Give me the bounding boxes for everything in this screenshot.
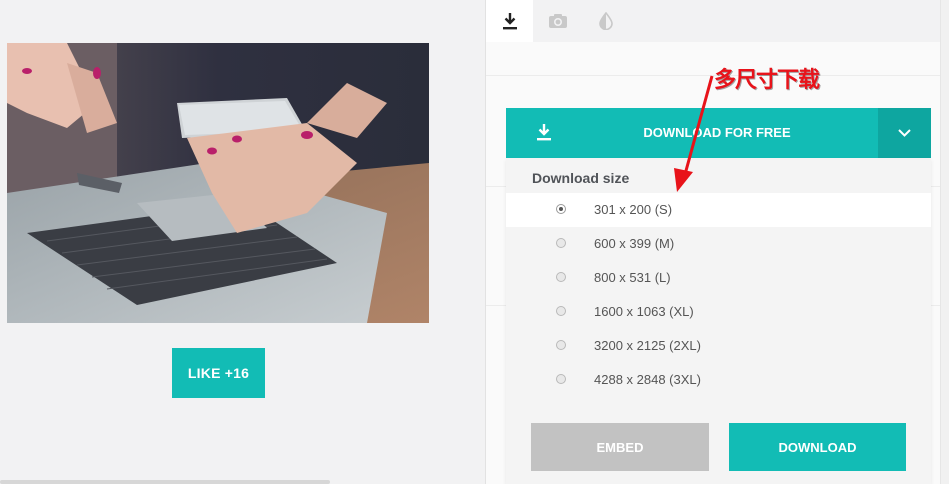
size-option-label: 600 x 399 (M) xyxy=(594,236,675,251)
download-size-toggle[interactable] xyxy=(878,108,931,158)
size-option-label: 3200 x 2125 (2XL) xyxy=(594,338,701,353)
size-option-label: 4288 x 2848 (3XL) xyxy=(594,372,701,387)
download-icon xyxy=(502,13,517,30)
radio-selected[interactable] xyxy=(556,204,566,214)
size-option-label: 1600 x 1063 (XL) xyxy=(594,304,694,319)
like-button[interactable]: LIKE +16 xyxy=(172,348,265,398)
panel-tabbar xyxy=(486,0,949,42)
horizontal-scrollbar[interactable] xyxy=(0,480,330,484)
download-for-free-button[interactable]: DOWNLOAD FOR FREE xyxy=(506,108,878,158)
radio[interactable] xyxy=(556,306,566,316)
size-option-2xl[interactable]: 3200 x 2125 (2XL) xyxy=(506,329,931,363)
size-option-label: 301 x 200 (S) xyxy=(594,202,673,217)
tab-photo[interactable] xyxy=(534,0,581,42)
radio[interactable] xyxy=(556,340,566,350)
download-for-free-label: DOWNLOAD FOR FREE xyxy=(643,125,791,140)
embed-button[interactable]: EMBED xyxy=(531,423,709,471)
size-option-m[interactable]: 600 x 399 (M) xyxy=(506,227,931,261)
tab-download[interactable] xyxy=(486,0,533,42)
chevron-down-icon xyxy=(898,129,911,137)
size-option-l[interactable]: 800 x 531 (L) xyxy=(506,261,931,295)
size-option-label: 800 x 531 (L) xyxy=(594,270,671,285)
download-button[interactable]: DOWNLOAD xyxy=(729,423,906,471)
camera-icon xyxy=(548,14,567,28)
contrast-icon xyxy=(598,12,613,30)
download-size-title: Download size xyxy=(532,170,630,186)
size-option-3xl[interactable]: 4288 x 2848 (3XL) xyxy=(506,363,931,397)
size-option-s[interactable]: 301 x 200 (S) xyxy=(506,193,931,227)
image-preview-area: LIKE +16 xyxy=(0,0,486,484)
vertical-scrollbar[interactable] xyxy=(940,0,949,484)
radio[interactable] xyxy=(556,272,566,282)
stock-photo xyxy=(7,43,429,323)
photo-illustration xyxy=(7,43,429,323)
tab-filter[interactable] xyxy=(582,0,629,42)
download-size-dropdown: Download size 301 x 200 (S) 600 x 399 (M… xyxy=(506,158,931,484)
size-option-xl[interactable]: 1600 x 1063 (XL) xyxy=(506,295,931,329)
radio[interactable] xyxy=(556,238,566,248)
radio[interactable] xyxy=(556,374,566,384)
annotation-label: 多尺寸下载 xyxy=(714,68,820,93)
